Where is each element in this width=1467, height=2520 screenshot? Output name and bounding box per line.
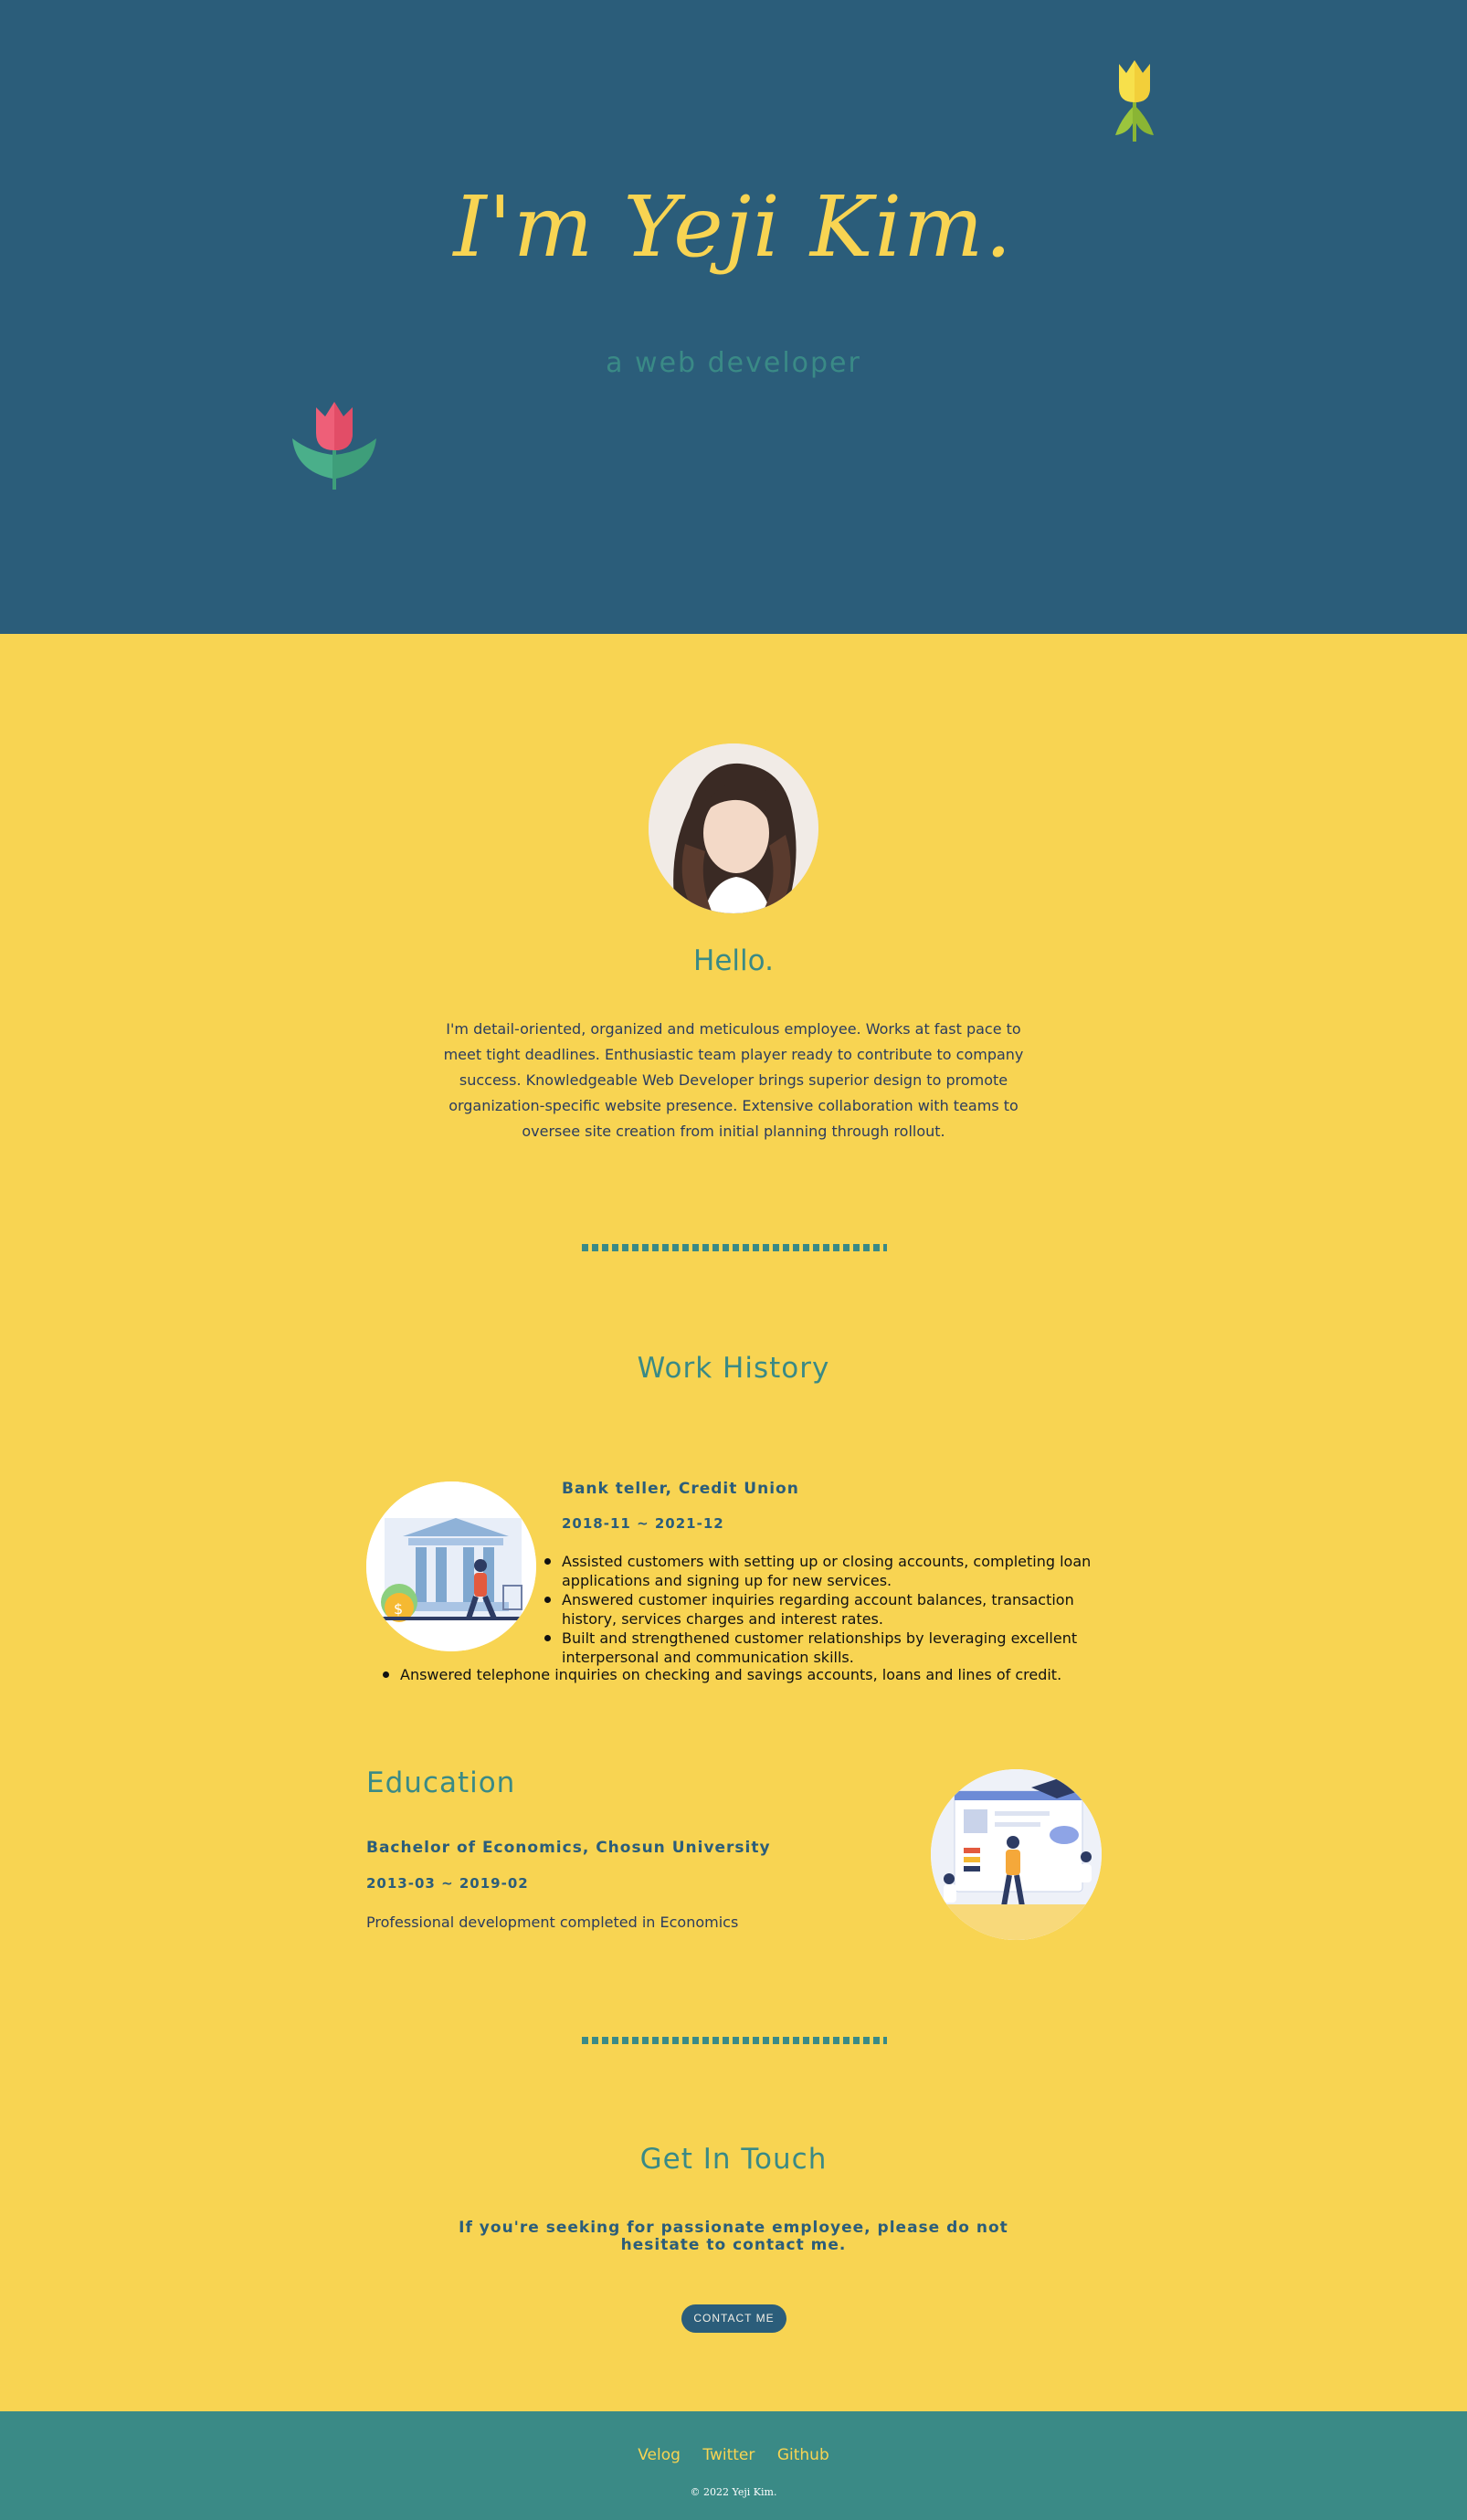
- duties-list: Assisted customers with setting up or cl…: [544, 1552, 1110, 1667]
- footer: Velog Twitter Github © 2022 Yeji Kim.: [0, 2411, 1467, 2520]
- education-dates: 2013-03 ~ 2019-02: [366, 1875, 529, 1892]
- bank-illustration-icon: $: [366, 1481, 536, 1651]
- section-divider: [582, 2037, 887, 2044]
- list-item: Assisted customers with setting up or cl…: [544, 1552, 1110, 1590]
- education-degree: Bachelor of Economics, Chosun University: [366, 1839, 771, 1857]
- hero-subtitle: a web developer: [606, 347, 861, 379]
- about-heading: Hello.: [693, 944, 774, 977]
- education-heading: Education: [366, 1766, 516, 1799]
- list-item: Built and strengthened customer relation…: [544, 1629, 1110, 1667]
- profile-avatar: [649, 743, 818, 913]
- bank-illustration: $: [366, 1481, 536, 1651]
- copyright-text: © 2022 Yeji Kim.: [690, 2486, 777, 2498]
- svg-text:$: $: [394, 1600, 403, 1618]
- yellow-tulip-icon: [1115, 60, 1154, 142]
- contact-heading: Get In Touch: [639, 2143, 828, 2176]
- velog-link[interactable]: Velog: [638, 2446, 681, 2464]
- job-title: Bank teller, Credit Union: [562, 1480, 799, 1498]
- list-item: Answered customer inquiries regarding ac…: [544, 1590, 1110, 1629]
- job-dates: 2018-11 ~ 2021-12: [562, 1515, 724, 1532]
- footer-links: Velog Twitter Github: [0, 2446, 1467, 2464]
- about-text: I'm detail-oriented, organized and metic…: [443, 1020, 1024, 1140]
- study-illustration-icon: [931, 1769, 1102, 1940]
- list-item: Answered telephone inquiries on checking…: [383, 1665, 1131, 1684]
- red-tulip-icon: [292, 402, 376, 490]
- contact-me-button[interactable]: CONTACT ME: [681, 2304, 786, 2333]
- duties-list-continued: Answered telephone inquiries on checking…: [383, 1665, 1131, 1684]
- hero-title: I'm Yeji Kim.: [453, 178, 1014, 276]
- avatar-portrait-icon: [649, 743, 818, 913]
- hero-section: I'm Yeji Kim. a web developer: [0, 0, 1467, 634]
- section-divider: [582, 1244, 887, 1251]
- work-history-heading: Work History: [637, 1352, 830, 1385]
- github-link[interactable]: Github: [777, 2446, 829, 2464]
- education-description: Professional development completed in Ec…: [366, 1914, 739, 1931]
- twitter-link[interactable]: Twitter: [702, 2446, 755, 2464]
- study-illustration: [931, 1769, 1102, 1940]
- contact-text: If you're seeking for passionate employe…: [459, 2219, 1008, 2254]
